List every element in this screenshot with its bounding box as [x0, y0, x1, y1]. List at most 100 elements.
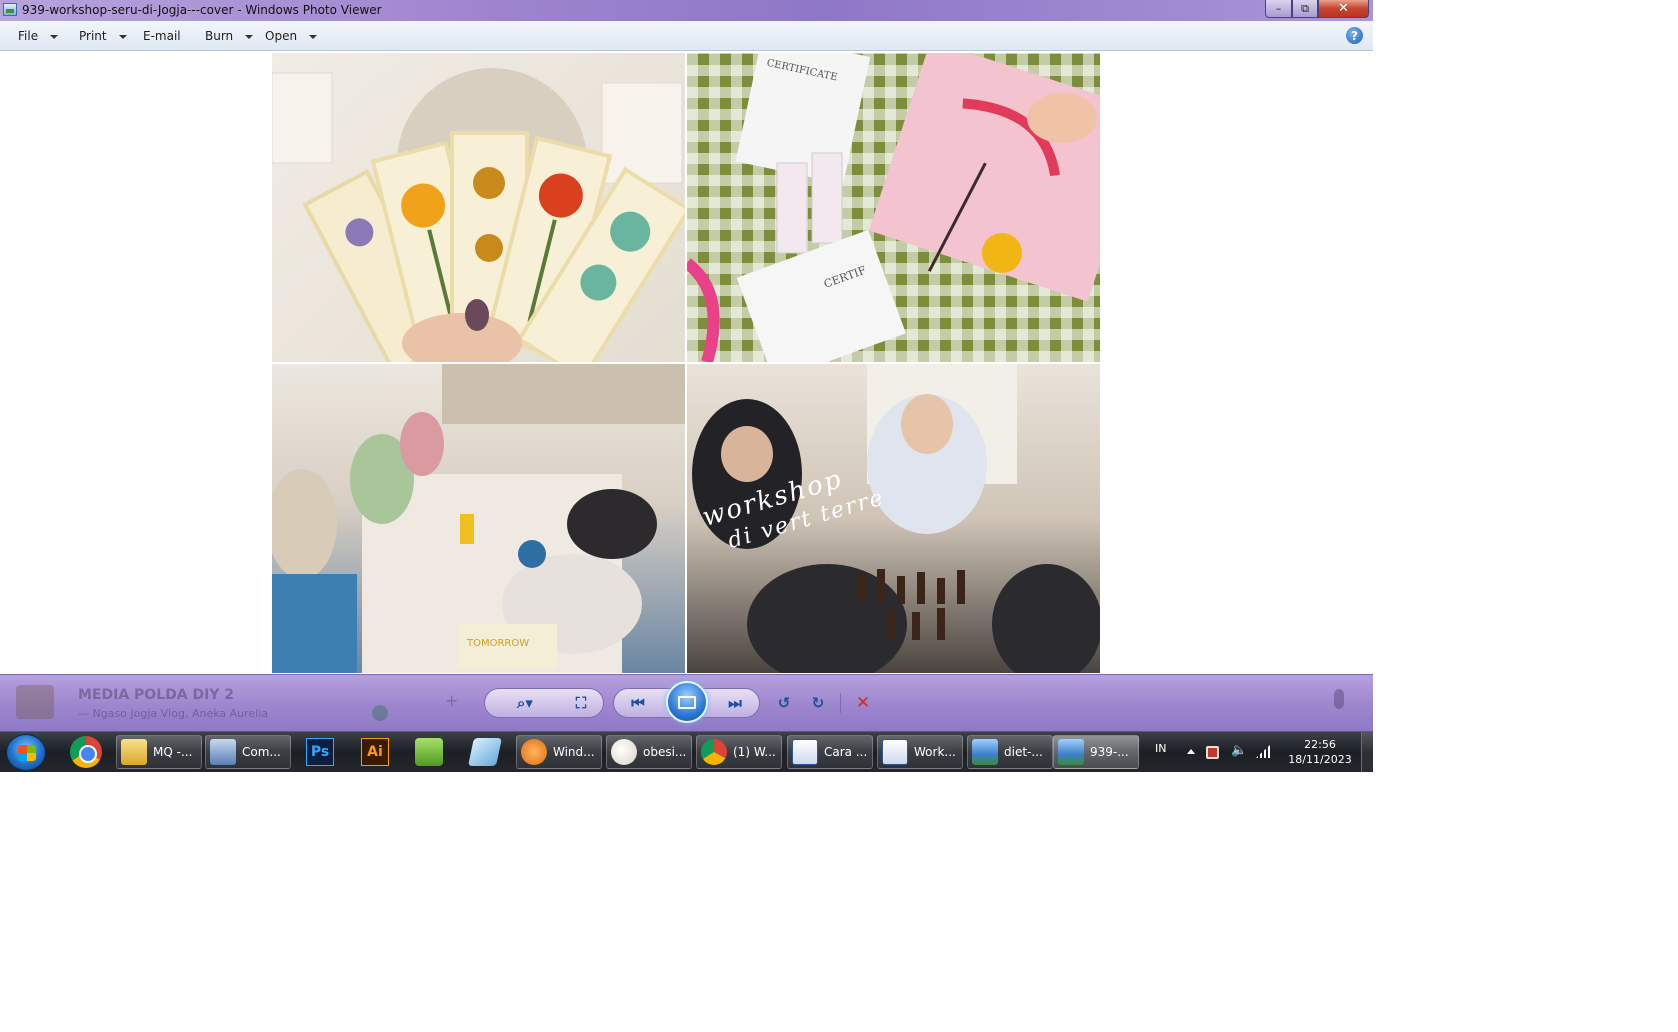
ghost-plus-icon: + [445, 691, 459, 710]
controls-divider [840, 693, 841, 713]
close-button[interactable]: ✕ [1318, 0, 1369, 18]
taskbar: MQ -... Com... Ps Ai Wind... obesi... (1 [0, 731, 1373, 772]
taskbar-pin-photoshop[interactable]: Ps [295, 735, 345, 769]
rotate-counterclockwise-icon[interactable]: ↺ [772, 692, 796, 714]
chevron-down-icon [118, 34, 127, 39]
taskbar-task-photo-diet[interactable]: diet-... [967, 735, 1053, 769]
volume-icon[interactable]: 🔈 [1231, 743, 1247, 758]
ghost-media-knob-icon [372, 705, 388, 721]
displayed-photo: CERTIFICATE CERTIF TOMORROW workshop di … [272, 53, 1100, 674]
menu-burn-label: Burn [205, 29, 234, 43]
menu-file[interactable]: File [18, 29, 59, 43]
photo-collage-perfume-workshop: workshop di vert terre [687, 364, 1100, 673]
taskbar-task-label: MQ -... [153, 745, 193, 759]
next-icon[interactable]: ⏭ [724, 692, 746, 714]
menu-burn[interactable]: Burn [205, 29, 254, 43]
menu-bar: File Print E-mail Burn Open ? [0, 21, 1373, 51]
green-app-icon [415, 738, 443, 766]
help-icon[interactable]: ? [1346, 27, 1363, 44]
svg-text:TOMORROW: TOMORROW [466, 638, 529, 649]
media-player-icon [521, 739, 547, 765]
maximize-button[interactable]: ⧉ [1292, 0, 1318, 18]
chrome-icon [70, 736, 102, 768]
computer-icon [210, 739, 236, 765]
photo-collage-pressed-flower-bookmarks [272, 53, 685, 362]
system-tray: IN 🔈 22:56 18/11/2023 [1144, 732, 1373, 772]
taskbar-task-computer[interactable]: Com... [205, 735, 291, 769]
language-indicator[interactable]: IN [1155, 742, 1166, 755]
slideshow-icon [678, 695, 696, 709]
taskbar-task-label: Work... [914, 745, 956, 759]
menu-email-label: E-mail [143, 29, 181, 43]
clock-date: 18/11/2023 [1288, 753, 1352, 766]
taskbar-task-folder[interactable]: MQ -... [116, 735, 202, 769]
word-icon [882, 739, 908, 765]
jewelry-table-illustration: CERTIFICATE CERTIF [687, 53, 1100, 362]
taskbar-pin-green-app[interactable] [404, 735, 454, 769]
media-thumbnail [16, 685, 54, 719]
photo-collage-jewelry-workshop-table: CERTIFICATE CERTIF [687, 53, 1100, 362]
taskbar-task-word-work[interactable]: Work... [877, 735, 963, 769]
rotate-clockwise-icon[interactable]: ↻ [806, 692, 830, 714]
bookmarks-illustration [272, 68, 685, 362]
clock[interactable]: 22:56 18/11/2023 [1287, 737, 1353, 767]
menu-open[interactable]: Open [265, 29, 318, 43]
photo-collage-tote-bag-painting-workshop: TOMORROW [272, 364, 685, 673]
painting-workshop-illustration: TOMORROW [272, 364, 685, 673]
ghost-media-title: MEDIA POLDA DIY 2 [78, 687, 235, 703]
menu-print[interactable]: Print [79, 29, 127, 43]
ghost-media-subtitle: — Ngaso Jogja Vlog, Aneka Aurelia [78, 707, 269, 720]
clock-time: 22:56 [1304, 738, 1336, 751]
taskbar-task-paint[interactable]: obesi... [606, 735, 692, 769]
desktop-screen: 939-workshop-seru-di-Jogja---cover - Win… [0, 0, 1373, 772]
taskbar-task-label: (1) W... [733, 745, 776, 759]
photo-viewer-app-icon [3, 3, 17, 16]
previous-icon[interactable]: ⏮ [627, 692, 649, 714]
ghost-media-notification: MEDIA POLDA DIY 2 — Ngaso Jogja Vlog, An… [10, 683, 450, 723]
network-signal-icon[interactable] [1256, 745, 1270, 758]
photo-viewing-area[interactable]: CERTIFICATE CERTIF TOMORROW workshop di … [0, 52, 1373, 674]
taskbar-task-label: obesi... [643, 745, 687, 759]
window-title: 939-workshop-seru-di-Jogja---cover - Win… [22, 3, 382, 17]
show-hidden-icons-icon[interactable] [1187, 749, 1195, 754]
illustrator-icon: Ai [361, 738, 389, 766]
taskbar-task-chrome[interactable]: (1) W... [696, 735, 782, 769]
chrome-icon [701, 739, 727, 765]
viewer-controls-bar: MEDIA POLDA DIY 2 — Ngaso Jogja Vlog, An… [0, 674, 1373, 731]
taskbar-task-photo-939[interactable]: 939-... [1053, 735, 1139, 769]
minimize-button[interactable]: – [1265, 0, 1292, 18]
chevron-down-icon [50, 34, 59, 39]
menu-print-label: Print [79, 29, 107, 43]
slideshow-button[interactable] [666, 681, 708, 723]
photo-viewer-icon [1058, 739, 1084, 765]
ghost-mic-icon [1334, 689, 1344, 709]
taskbar-pin-blue-app[interactable] [460, 735, 510, 769]
photoshop-icon: Ps [306, 738, 334, 766]
taskbar-task-word-cara[interactable]: Cara ... [787, 735, 873, 769]
title-bar[interactable]: 939-workshop-seru-di-Jogja---cover - Win… [0, 0, 1373, 21]
taskbar-task-label: Wind... [553, 745, 595, 759]
chevron-down-icon [309, 34, 318, 39]
photo-viewer-icon [972, 739, 998, 765]
taskbar-pin-illustrator[interactable]: Ai [350, 735, 400, 769]
menu-email[interactable]: E-mail [143, 29, 181, 43]
menu-file-label: File [18, 29, 39, 43]
actual-size-icon[interactable]: ⛶ [568, 692, 594, 714]
taskbar-task-label: Com... [242, 745, 281, 759]
taskbar-task-label: 939-... [1090, 745, 1129, 759]
start-button[interactable] [6, 734, 46, 771]
show-desktop-button[interactable] [1361, 732, 1373, 772]
menu-open-label: Open [265, 29, 298, 43]
taskbar-task-label: diet-... [1004, 745, 1043, 759]
taskbar-task-label: Cara ... [824, 745, 868, 759]
blue-app-icon [468, 738, 502, 766]
taskbar-pin-chrome[interactable] [61, 735, 111, 769]
zoom-icon[interactable]: ⌕▾ [510, 692, 540, 714]
taskbar-task-media-player[interactable]: Wind... [516, 735, 602, 769]
delete-icon[interactable]: ✕ [851, 692, 875, 714]
paint-icon [611, 739, 637, 765]
chevron-down-icon [245, 34, 254, 39]
folder-icon [121, 739, 147, 765]
power-icon[interactable] [1206, 746, 1219, 759]
word-icon [792, 739, 818, 765]
